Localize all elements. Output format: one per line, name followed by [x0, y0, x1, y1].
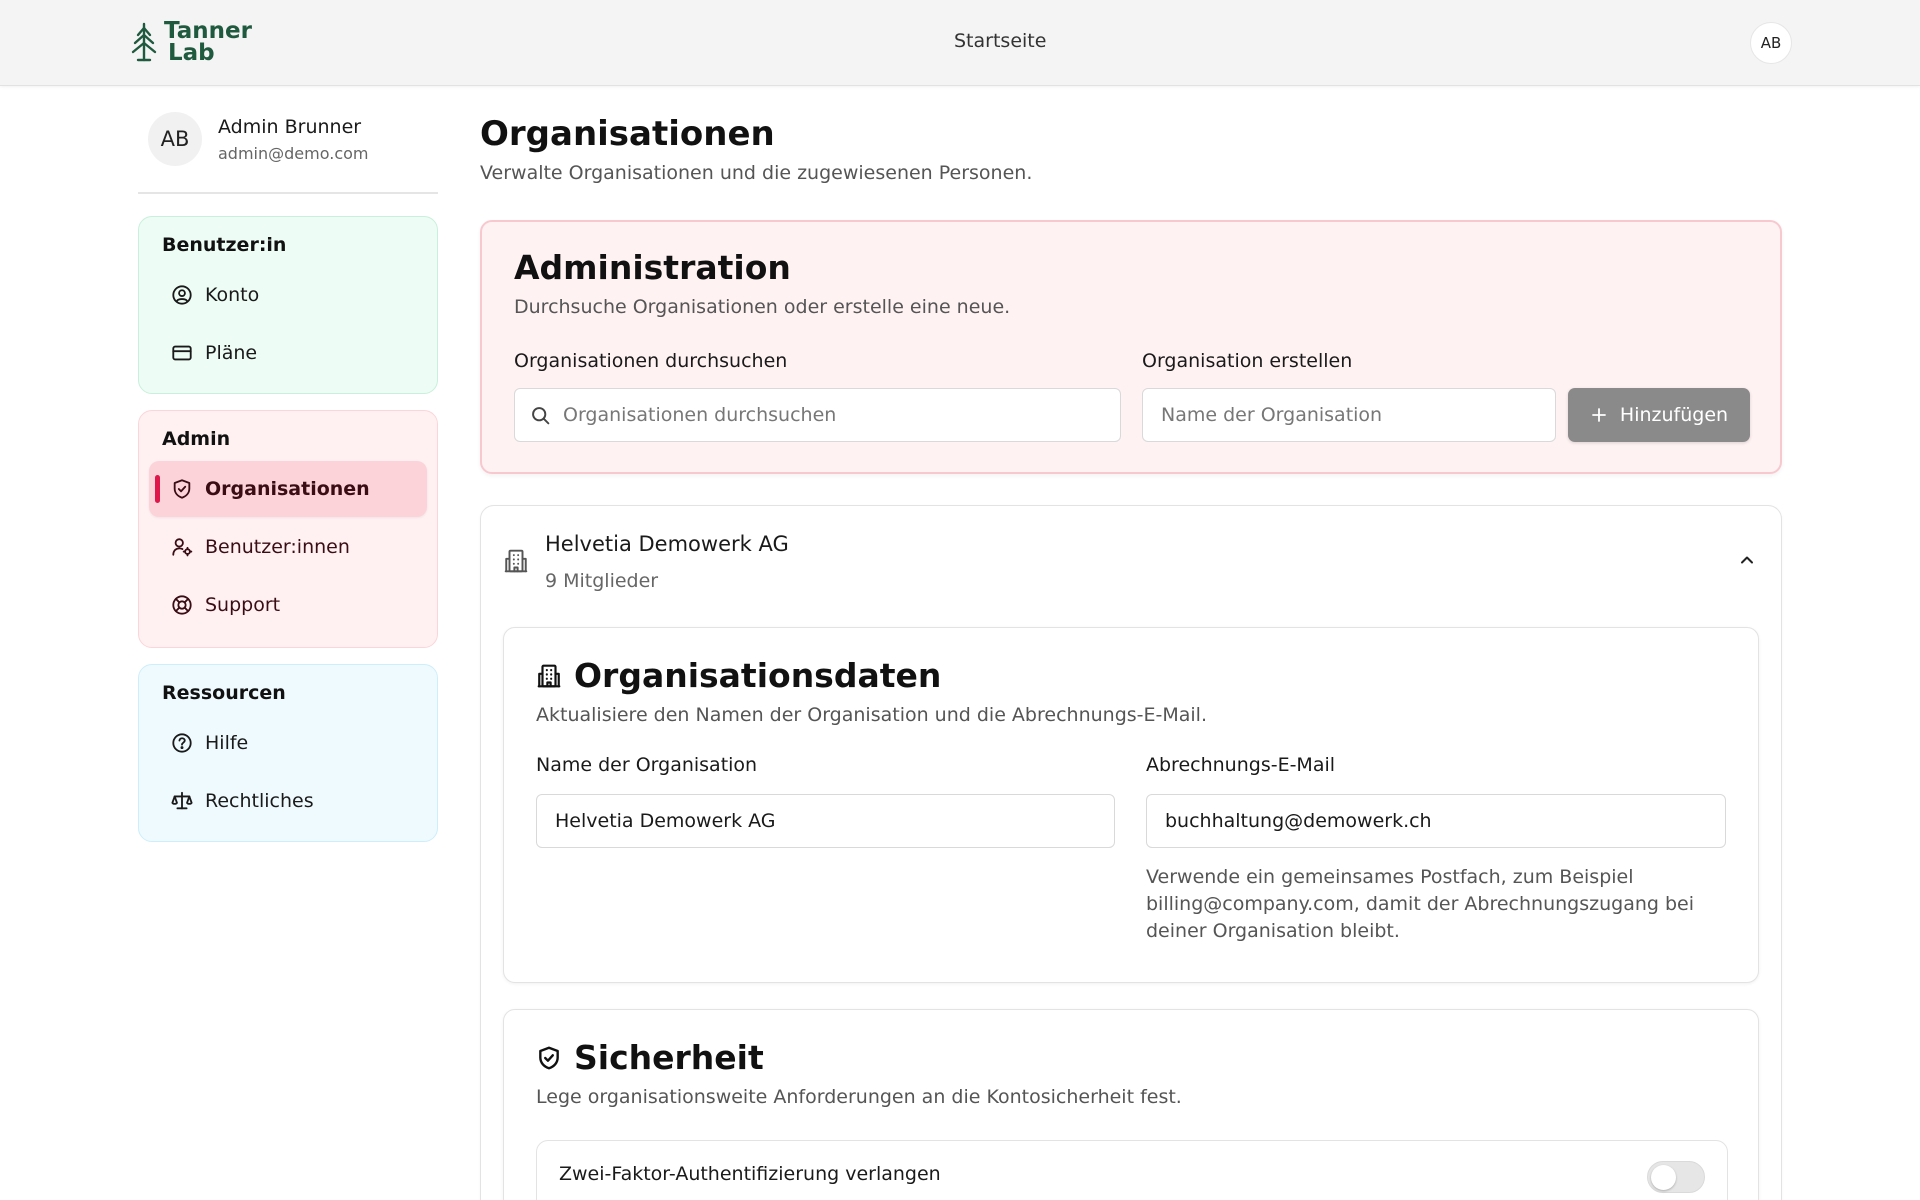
sidebar-item-benutzerinnen[interactable]: Benutzer:innen [149, 519, 427, 575]
profile-name: Admin Brunner [218, 116, 362, 138]
mfa-setting: Zwei-Faktor-Authentifizierung verlangen [536, 1140, 1728, 1200]
profile-avatar: AB [148, 112, 202, 166]
building-icon [537, 664, 561, 687]
sidebar-item-hilfe[interactable]: Hilfe [149, 715, 427, 771]
credit-card-icon [172, 345, 192, 361]
security-title: Sicherheit [536, 1038, 764, 1077]
sidebar-item-organisationen[interactable]: Organisationen [149, 461, 427, 517]
administration-card: Administration Durchsuche Organisationen… [480, 220, 1782, 474]
users-gear-icon [172, 538, 193, 557]
org-name-label: Name der Organisation [536, 754, 758, 776]
sidebar-item-plaene[interactable]: Pläne [149, 325, 427, 381]
sidebar-group-title: Admin [162, 428, 231, 450]
security-card: Sicherheit Lege organisationsweite Anfor… [503, 1009, 1759, 1200]
billing-email-hint: Verwende ein gemeinsames Postfach, zum B… [1146, 866, 1695, 942]
shield-check-icon [173, 479, 191, 499]
sidebar-item-label: Pläne [205, 342, 258, 364]
life-buoy-icon [172, 595, 192, 615]
mfa-title: Zwei-Faktor-Authentifizierung verlangen [559, 1163, 941, 1185]
logo-link[interactable]: Tanner Lab [130, 18, 252, 66]
create-label: Organisation erstellen [1142, 350, 1353, 372]
sidebar-item-label: Organisationen [205, 478, 370, 500]
shield-check-icon [539, 1046, 559, 1069]
page-subtitle: Verwalte Organisationen und die zugewies… [480, 162, 1033, 184]
sidebar-item-rechtliches[interactable]: Rechtliches [149, 773, 427, 829]
user-avatar-button[interactable]: AB [1750, 22, 1792, 64]
add-organization-button[interactable]: Hinzufügen [1568, 388, 1750, 442]
organization-member-count: 9 Mitglieder [545, 570, 659, 592]
security-description: Lege organisationsweite Anforderungen an… [536, 1086, 1182, 1108]
top-bar: Tanner Lab Startseite AB [0, 0, 1920, 86]
organization-name: Helvetia Demowerk AG [545, 532, 789, 556]
sidebar-item-label: Support [205, 594, 281, 616]
page-title: Organisationen [480, 114, 775, 154]
chevron-up-icon[interactable] [1737, 550, 1757, 570]
organization-data-title: Organisationsdaten [536, 656, 941, 695]
administration-title: Administration [514, 248, 791, 287]
logo-line-1: Tanner [164, 18, 252, 44]
logo-text: Tanner Lab [164, 18, 252, 66]
sidebar-item-label: Konto [205, 284, 260, 306]
plus-icon [1592, 408, 1606, 422]
billing-email-field[interactable] [1146, 794, 1726, 848]
sidebar-item-label: Hilfe [205, 732, 249, 754]
sidebar-group-user: Benutzer:in Konto Pläne [138, 216, 438, 394]
sidebar-item-label: Benutzer:innen [205, 536, 350, 558]
sidebar-group-admin: Admin Organisationen Benutzer:innen Supp… [138, 410, 438, 648]
security-title-text: Sicherheit [574, 1038, 764, 1077]
sidebar-profile: AB Admin Brunner admin@demo.com [148, 112, 438, 194]
sidebar-divider [138, 192, 438, 194]
mfa-toggle[interactable] [1647, 1161, 1705, 1193]
search-icon [532, 407, 550, 425]
organization-data-card: Organisationsdaten Aktualisiere den Name… [503, 627, 1759, 983]
sidebar-group-resources: Ressourcen Hilfe Rechtliches [138, 664, 438, 842]
logo-line-2: Lab [168, 40, 215, 66]
org-name-input[interactable] [1142, 388, 1556, 442]
sidebar-item-label: Rechtliches [205, 790, 314, 812]
organization-data-description: Aktualisiere den Namen der Organisation … [536, 704, 1208, 726]
building-icon [504, 549, 528, 573]
tree-logo-icon [131, 22, 157, 62]
toggle-knob [1651, 1165, 1676, 1190]
organization-data-title-text: Organisationsdaten [574, 656, 942, 695]
nav-home-link[interactable]: Startseite [954, 30, 1046, 52]
search-label: Organisationen durchsuchen [514, 350, 788, 372]
user-circle-icon [172, 285, 192, 305]
scale-icon [171, 791, 193, 810]
organization-header[interactable]: Helvetia Demowerk AG 9 Mitglieder [481, 506, 1781, 616]
search-input[interactable] [514, 388, 1121, 442]
billing-email-label: Abrechnungs-E-Mail [1146, 754, 1336, 776]
profile-email: admin@demo.com [218, 144, 369, 163]
search-field [514, 388, 1121, 442]
sidebar-group-title: Benutzer:in [162, 234, 287, 256]
sidebar-item-support[interactable]: Support [149, 577, 427, 633]
profile-info: Admin Brunner admin@demo.com [218, 112, 368, 163]
org-name-field[interactable] [536, 794, 1115, 848]
sidebar-item-konto[interactable]: Konto [149, 267, 427, 323]
sidebar-group-title: Ressourcen [162, 682, 286, 704]
administration-description: Durchsuche Organisationen oder erstelle … [514, 296, 1011, 318]
organization-card: Helvetia Demowerk AG 9 Mitglieder Organi… [480, 505, 1782, 1200]
add-button-label: Hinzufügen [1619, 404, 1729, 426]
help-circle-icon [172, 733, 192, 753]
